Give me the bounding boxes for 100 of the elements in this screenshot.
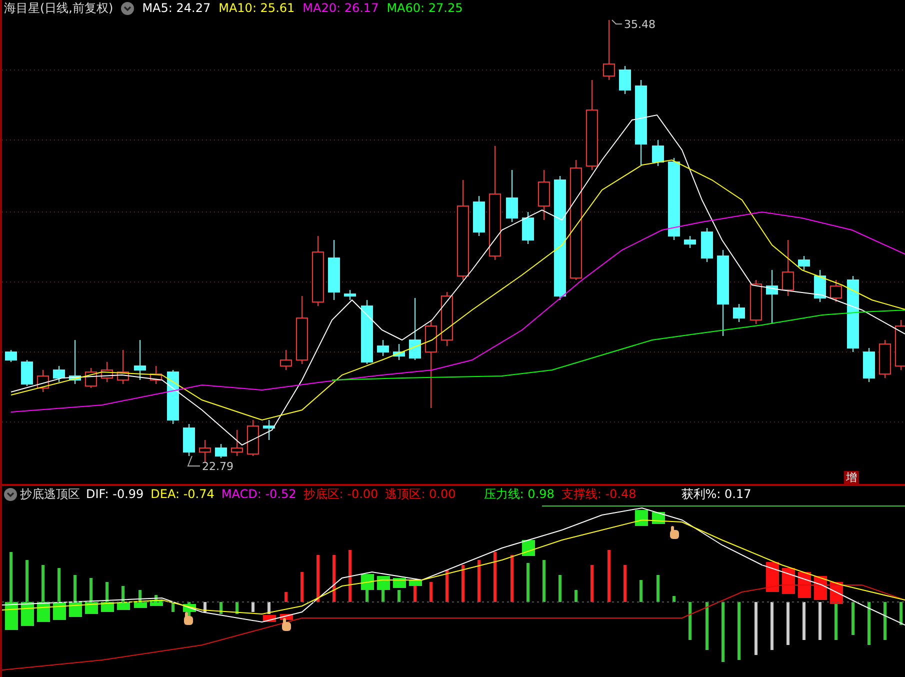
histogram-bar <box>106 582 108 602</box>
ma-value: MA60: 27.25 <box>386 0 463 17</box>
histogram-bar <box>738 602 740 660</box>
dropdown-icon[interactable] <box>121 2 134 14</box>
indicator-value: 抄底区: -0.00 <box>303 486 378 503</box>
histogram-bar <box>770 602 774 650</box>
signal-block <box>522 540 535 556</box>
candlestick <box>312 236 324 306</box>
candlestick <box>750 280 762 324</box>
histogram-bar <box>868 602 870 645</box>
leader-line <box>612 20 622 24</box>
histogram-bar <box>818 602 822 640</box>
candlestick <box>798 256 810 270</box>
ma-value: MA10: 25.61 <box>218 0 295 17</box>
candlestick <box>879 340 891 378</box>
histogram-bar <box>834 602 838 640</box>
hand-pointer-icon <box>184 612 193 625</box>
signal-block <box>5 602 18 630</box>
candlestick <box>85 368 97 388</box>
histogram-bar <box>884 602 886 640</box>
histogram-bar <box>122 586 124 602</box>
candlestick <box>280 350 292 370</box>
histogram-bar <box>42 565 44 602</box>
histogram-bar <box>74 575 76 602</box>
histogram-bar <box>852 602 854 635</box>
candlestick <box>377 340 389 356</box>
candlestick <box>473 196 485 236</box>
candlestick <box>652 140 664 166</box>
candlestick <box>344 290 356 300</box>
histogram-bar <box>252 602 254 612</box>
hand-pointer-icon <box>670 526 679 539</box>
candlestick <box>361 300 373 364</box>
histogram-bar <box>268 602 270 614</box>
histogram-bar <box>430 582 432 602</box>
histogram-bar <box>558 575 562 602</box>
high-price-label: 35.48 <box>624 17 656 33</box>
candlestick <box>296 296 308 364</box>
histogram-bar <box>656 575 660 602</box>
signal-block <box>21 602 34 626</box>
histogram-bar <box>672 596 676 602</box>
candlestick <box>619 66 631 94</box>
histogram-bar <box>786 602 790 645</box>
ma-value: MA5: 24.27 <box>142 0 211 17</box>
candlestick <box>101 362 113 382</box>
candlestick <box>69 340 81 384</box>
histogram-bar <box>802 602 806 640</box>
histogram-bar <box>316 555 320 602</box>
signal-block <box>766 562 779 592</box>
candlestick <box>134 340 146 380</box>
histogram-bar <box>542 560 546 602</box>
candlestick <box>766 270 778 324</box>
histogram-bar <box>900 602 902 625</box>
ma-value: MA20: 26.17 <box>302 0 379 17</box>
candlestick <box>603 20 615 80</box>
signal-block <box>635 510 648 526</box>
histogram-bar <box>494 552 496 602</box>
candlestick <box>328 240 340 300</box>
signal-block <box>393 578 406 588</box>
indicator-value: 压力线: 0.98 <box>484 486 554 503</box>
histogram-bar <box>284 592 288 602</box>
candlestick <box>733 304 745 322</box>
candlestick <box>263 420 275 440</box>
indicator-title: 抄底逃顶区 <box>20 486 80 503</box>
dropdown-icon[interactable] <box>4 488 17 500</box>
chart-title: 海目星(日线,前复权) <box>4 0 114 17</box>
hand-pointer-icon <box>282 618 291 631</box>
signal-block <box>361 574 374 590</box>
indicator-value: DIF: -0.99 <box>86 486 144 503</box>
candlestick <box>830 280 842 302</box>
histogram-bar <box>10 552 12 602</box>
histogram-bar <box>754 602 758 655</box>
histogram-bar <box>608 550 610 602</box>
indicator-value: DEA: -0.74 <box>150 486 214 503</box>
histogram-bar <box>640 580 642 602</box>
candlestick <box>150 366 162 384</box>
candlestick <box>231 430 243 456</box>
signal-block <box>134 602 147 608</box>
histogram-bar <box>90 578 92 602</box>
histogram-bar <box>526 563 530 602</box>
candlestick <box>782 240 794 296</box>
histogram-bar <box>236 602 238 614</box>
histogram-bar <box>172 602 174 612</box>
histogram-bar <box>510 555 514 602</box>
histogram-bar <box>26 560 28 602</box>
signal-block <box>377 576 390 590</box>
candlestick <box>167 370 179 424</box>
badge: 增 <box>844 471 859 485</box>
histogram-bar <box>624 565 626 602</box>
candlestick <box>409 298 421 360</box>
histogram-bar <box>706 602 708 650</box>
indicator-value: 逃顶区: 0.00 <box>385 486 456 503</box>
candlestick <box>393 344 405 360</box>
candlestick <box>37 370 49 392</box>
histogram-bar <box>478 560 480 602</box>
histogram-bar <box>722 602 724 662</box>
indicator-value: 支撑线: -0.48 <box>561 486 636 503</box>
histogram-bar <box>574 590 578 602</box>
histogram-bar <box>688 602 692 640</box>
candlestick <box>814 270 826 302</box>
candlestick <box>522 212 534 244</box>
